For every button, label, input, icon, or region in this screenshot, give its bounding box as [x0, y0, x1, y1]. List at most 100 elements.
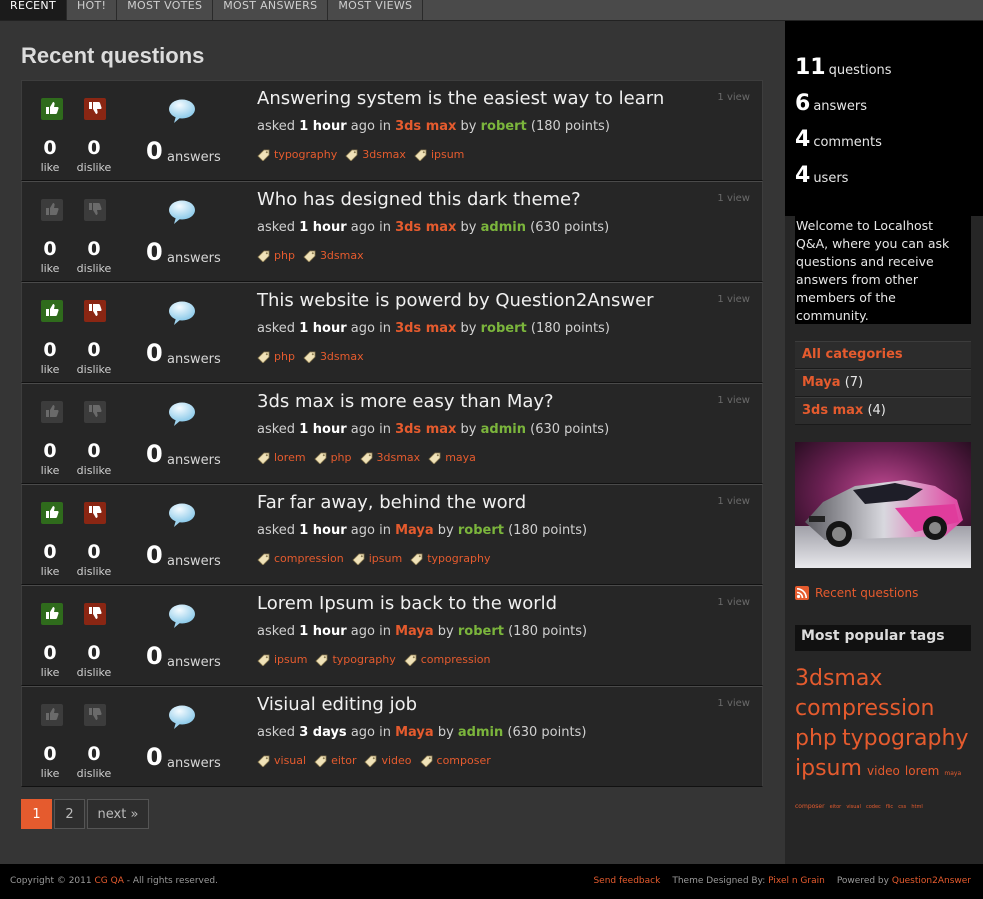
popular-tag-link[interactable]: codec	[866, 804, 881, 810]
question-title-link[interactable]: 3ds max is more easy than May?	[257, 391, 554, 412]
tag-link[interactable]: 3dsmax	[303, 350, 364, 364]
category-link[interactable]: Maya	[395, 725, 434, 740]
user-link[interactable]: admin	[481, 422, 526, 437]
category-item[interactable]: All categories	[795, 341, 971, 369]
thumbs-up-icon	[45, 605, 59, 624]
question-title-link[interactable]: Who has designed this dark theme?	[257, 189, 581, 210]
category-link[interactable]: 3ds max	[395, 422, 456, 437]
question-title-link[interactable]: Lorem Ipsum is back to the world	[257, 593, 557, 614]
question-tags: php 3dsmax	[257, 350, 364, 364]
vote-down-button[interactable]	[84, 300, 106, 322]
category-link[interactable]: Maya	[395, 523, 434, 538]
user-link[interactable]: robert	[481, 321, 527, 336]
vote-down-button[interactable]	[84, 704, 106, 726]
tag-link[interactable]: composer	[419, 754, 491, 768]
tag-link[interactable]: ipsum	[352, 552, 402, 566]
popular-tag-link[interactable]: maya	[944, 770, 961, 777]
page-2-button[interactable]: 2	[54, 799, 85, 829]
stat-users: 4 users	[795, 163, 848, 188]
user-link[interactable]: admin	[458, 725, 503, 740]
popular-tag-link[interactable]: css	[898, 804, 906, 810]
vote-up-button[interactable]	[41, 199, 63, 221]
tag-link[interactable]: compression	[404, 653, 490, 667]
question-title-link[interactable]: This website is powerd by Question2Answe…	[257, 290, 654, 311]
popular-tag-link[interactable]: lorem	[905, 764, 939, 778]
user-link[interactable]: robert	[458, 523, 504, 538]
question-title-link[interactable]: Answering system is the easiest way to l…	[257, 88, 664, 109]
tag-label: ipsum	[430, 148, 465, 161]
category-link[interactable]: 3ds max	[395, 119, 456, 134]
vote-up-button[interactable]	[41, 401, 63, 423]
copyright-text: Copyright © 2011	[10, 876, 92, 886]
popular-tag-link[interactable]: typography	[842, 726, 969, 751]
tag-link[interactable]: ipsum	[257, 653, 307, 667]
category-item[interactable]: 3ds max (4)	[795, 397, 971, 425]
vote-down-button[interactable]	[84, 199, 106, 221]
user-link[interactable]: robert	[481, 119, 527, 134]
nav-tab-most-views[interactable]: MOST VIEWS	[328, 0, 424, 20]
vote-up-button[interactable]	[41, 98, 63, 120]
nav-tab-recent[interactable]: RECENT	[0, 0, 67, 20]
user-link[interactable]: robert	[458, 624, 504, 639]
question-title-link[interactable]: Visiual editing job	[257, 694, 417, 715]
user-link[interactable]: admin	[481, 220, 526, 235]
tag-link[interactable]: visual	[257, 754, 306, 768]
tag-link[interactable]: typography	[315, 653, 396, 667]
designer-link[interactable]: Pixel n Grain	[768, 876, 825, 886]
category-link[interactable]: 3ds max	[395, 321, 456, 336]
next-page-button[interactable]: next »	[87, 799, 149, 829]
tag-link[interactable]: 3dsmax	[359, 451, 420, 465]
tag-link[interactable]: eitor	[314, 754, 356, 768]
tag-link[interactable]: lorem	[257, 451, 306, 465]
nav-tab-most-answers[interactable]: MOST ANSWERS	[213, 0, 329, 20]
meta-when: 3 days	[299, 725, 347, 740]
category-item[interactable]: Maya (7)	[795, 369, 971, 397]
popular-tag-link[interactable]: 3dsmax	[795, 666, 882, 691]
nav-tab-hot[interactable]: HOT!	[67, 0, 118, 20]
vote-down-button[interactable]	[84, 98, 106, 120]
send-feedback-link[interactable]: Send feedback	[593, 876, 660, 886]
popular-tag-link[interactable]: eitor	[830, 804, 842, 810]
popular-tag-link[interactable]: flic	[886, 804, 893, 810]
meta-ago-in: ago in	[350, 220, 391, 235]
tag-link[interactable]: compression	[257, 552, 344, 566]
view-count: 1 view	[717, 92, 750, 103]
vote-down-button[interactable]	[84, 502, 106, 524]
tag-link[interactable]: ipsum	[414, 148, 465, 162]
tag-link[interactable]: 3dsmax	[303, 249, 364, 263]
popular-tag-link[interactable]: composer	[795, 803, 825, 810]
nav-tab-most-votes[interactable]: MOST VOTES	[117, 0, 214, 20]
tag-link[interactable]: 3dsmax	[345, 148, 406, 162]
question-tags: php 3dsmax	[257, 249, 364, 263]
tag-link[interactable]: php	[257, 249, 295, 263]
popular-tag-link[interactable]: compression	[795, 696, 935, 721]
popular-tag-link[interactable]: visual	[846, 804, 861, 810]
vote-up-button[interactable]	[41, 502, 63, 524]
tag-link[interactable]: video	[364, 754, 412, 768]
tag-link[interactable]: php	[257, 350, 295, 364]
vote-up-button[interactable]	[41, 300, 63, 322]
tag-link[interactable]: typography	[257, 148, 337, 162]
like-count: 0	[43, 743, 57, 765]
stat-label: comments	[813, 135, 882, 150]
tag-link[interactable]: php	[313, 451, 352, 465]
meta-ago-in: ago in	[350, 321, 391, 336]
vote-up-button[interactable]	[41, 603, 63, 625]
popular-tag-link[interactable]: video	[867, 764, 900, 778]
page-1-button[interactable]: 1	[21, 799, 52, 829]
popular-tag-link[interactable]: html	[911, 804, 922, 810]
category-link[interactable]: Maya	[395, 624, 434, 639]
site-link[interactable]: CG QA	[94, 876, 123, 886]
vote-down-button[interactable]	[84, 401, 106, 423]
popular-tag-link[interactable]: php	[795, 726, 837, 751]
dislike-count: 0	[87, 642, 101, 664]
tag-link[interactable]: typography	[410, 552, 490, 566]
tag-link[interactable]: maya	[428, 451, 476, 465]
vote-down-button[interactable]	[84, 603, 106, 625]
q2a-link[interactable]: Question2Answer	[892, 876, 971, 886]
popular-tag-link[interactable]: ipsum	[795, 756, 862, 781]
question-title-link[interactable]: Far far away, behind the word	[257, 492, 526, 513]
recent-questions-feed-link[interactable]: Recent questions	[795, 586, 918, 600]
category-link[interactable]: 3ds max	[395, 220, 456, 235]
vote-up-button[interactable]	[41, 704, 63, 726]
